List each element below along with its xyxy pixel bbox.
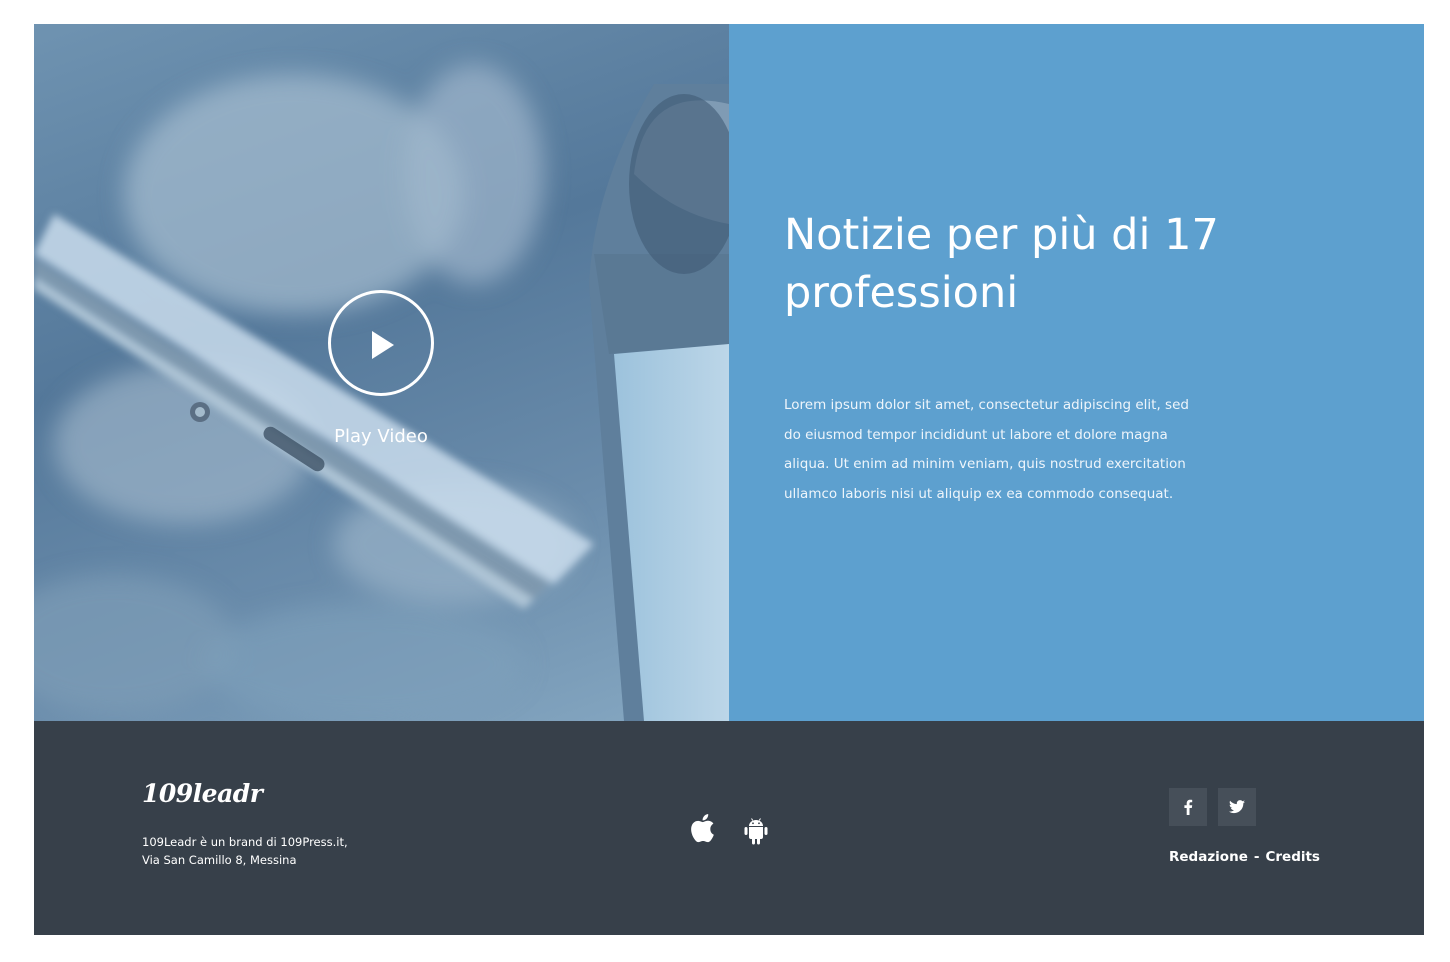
video-panel[interactable]: Play Video (34, 24, 729, 721)
play-button[interactable] (328, 290, 434, 396)
company-address: 109Leadr è un brand di 109Press.it, Via … (142, 833, 348, 869)
play-video-control: Play Video (34, 24, 729, 721)
address-line: 109Leadr è un brand di 109Press.it, (142, 835, 348, 849)
twitter-button[interactable] (1218, 788, 1256, 826)
address-line: Via San Camillo 8, Messina (142, 853, 297, 867)
landing-page: Play Video Notizie per più di 17 profess… (34, 24, 1424, 935)
facebook-button[interactable] (1169, 788, 1207, 826)
hero-headline: Notizie per più di 17 professioni (784, 210, 1219, 318)
redazione-link[interactable]: Redazione (1169, 849, 1248, 865)
footer-links: Redazione - Credits (1169, 849, 1320, 865)
hero-description: Lorem ipsum dolor sit amet, consectetur … (784, 397, 1189, 502)
brand-logo[interactable]: 109leadr (142, 779, 263, 808)
play-video-label[interactable]: Play Video (281, 426, 481, 447)
site-footer: 109leadr 109Leadr è un brand di 109Press… (34, 721, 1424, 935)
android-icon[interactable] (743, 817, 769, 849)
apple-icon[interactable] (689, 813, 715, 847)
hero-section: Play Video Notizie per più di 17 profess… (34, 24, 1424, 721)
facebook-icon (1184, 799, 1193, 815)
play-icon (372, 331, 394, 359)
info-panel: Notizie per più di 17 professioni Lorem … (729, 24, 1424, 721)
link-separator: - (1253, 849, 1260, 865)
credits-link[interactable]: Credits (1265, 849, 1320, 865)
twitter-icon (1229, 800, 1245, 814)
